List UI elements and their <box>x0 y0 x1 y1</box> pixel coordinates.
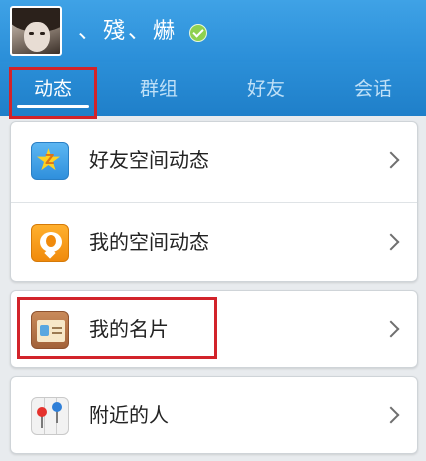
tab-friends[interactable]: 好友 <box>213 62 319 116</box>
menu-item-label: 好友空间动态 <box>89 148 209 172</box>
menu-item-nearby[interactable]: 附近的人 <box>11 377 417 455</box>
chevron-right-icon <box>382 406 400 424</box>
chevron-right-icon <box>382 151 400 169</box>
verified-check-icon <box>189 24 207 42</box>
qzone-star-icon: ★ Z <box>31 142 69 180</box>
menu-item-friends-feed[interactable]: ★ Z 好友空间动态 <box>11 122 417 200</box>
map-pin-icon <box>31 397 69 435</box>
nearby-card: 附近的人 <box>10 376 418 454</box>
menu-item-my-feed[interactable]: 我的空间动态 <box>11 204 417 282</box>
tab-groups[interactable]: 群组 <box>106 62 212 116</box>
menu-highlight-box <box>17 297 217 359</box>
speech-bubble-icon <box>31 224 69 262</box>
menu-item-label: 我的空间动态 <box>89 230 209 254</box>
username[interactable]: 、殘、爀 <box>78 18 178 46</box>
tab-chats[interactable]: 会话 <box>320 62 426 116</box>
divider <box>11 202 417 203</box>
tab-highlight-box <box>9 67 97 119</box>
chevron-right-icon <box>382 233 400 251</box>
profile-header: 、殘、爀 <box>0 0 426 62</box>
feeds-card: ★ Z 好友空间动态 我的空间动态 <box>10 121 418 282</box>
chevron-right-icon <box>382 320 400 338</box>
menu-item-label: 附近的人 <box>89 403 169 427</box>
user-avatar[interactable] <box>10 6 62 56</box>
